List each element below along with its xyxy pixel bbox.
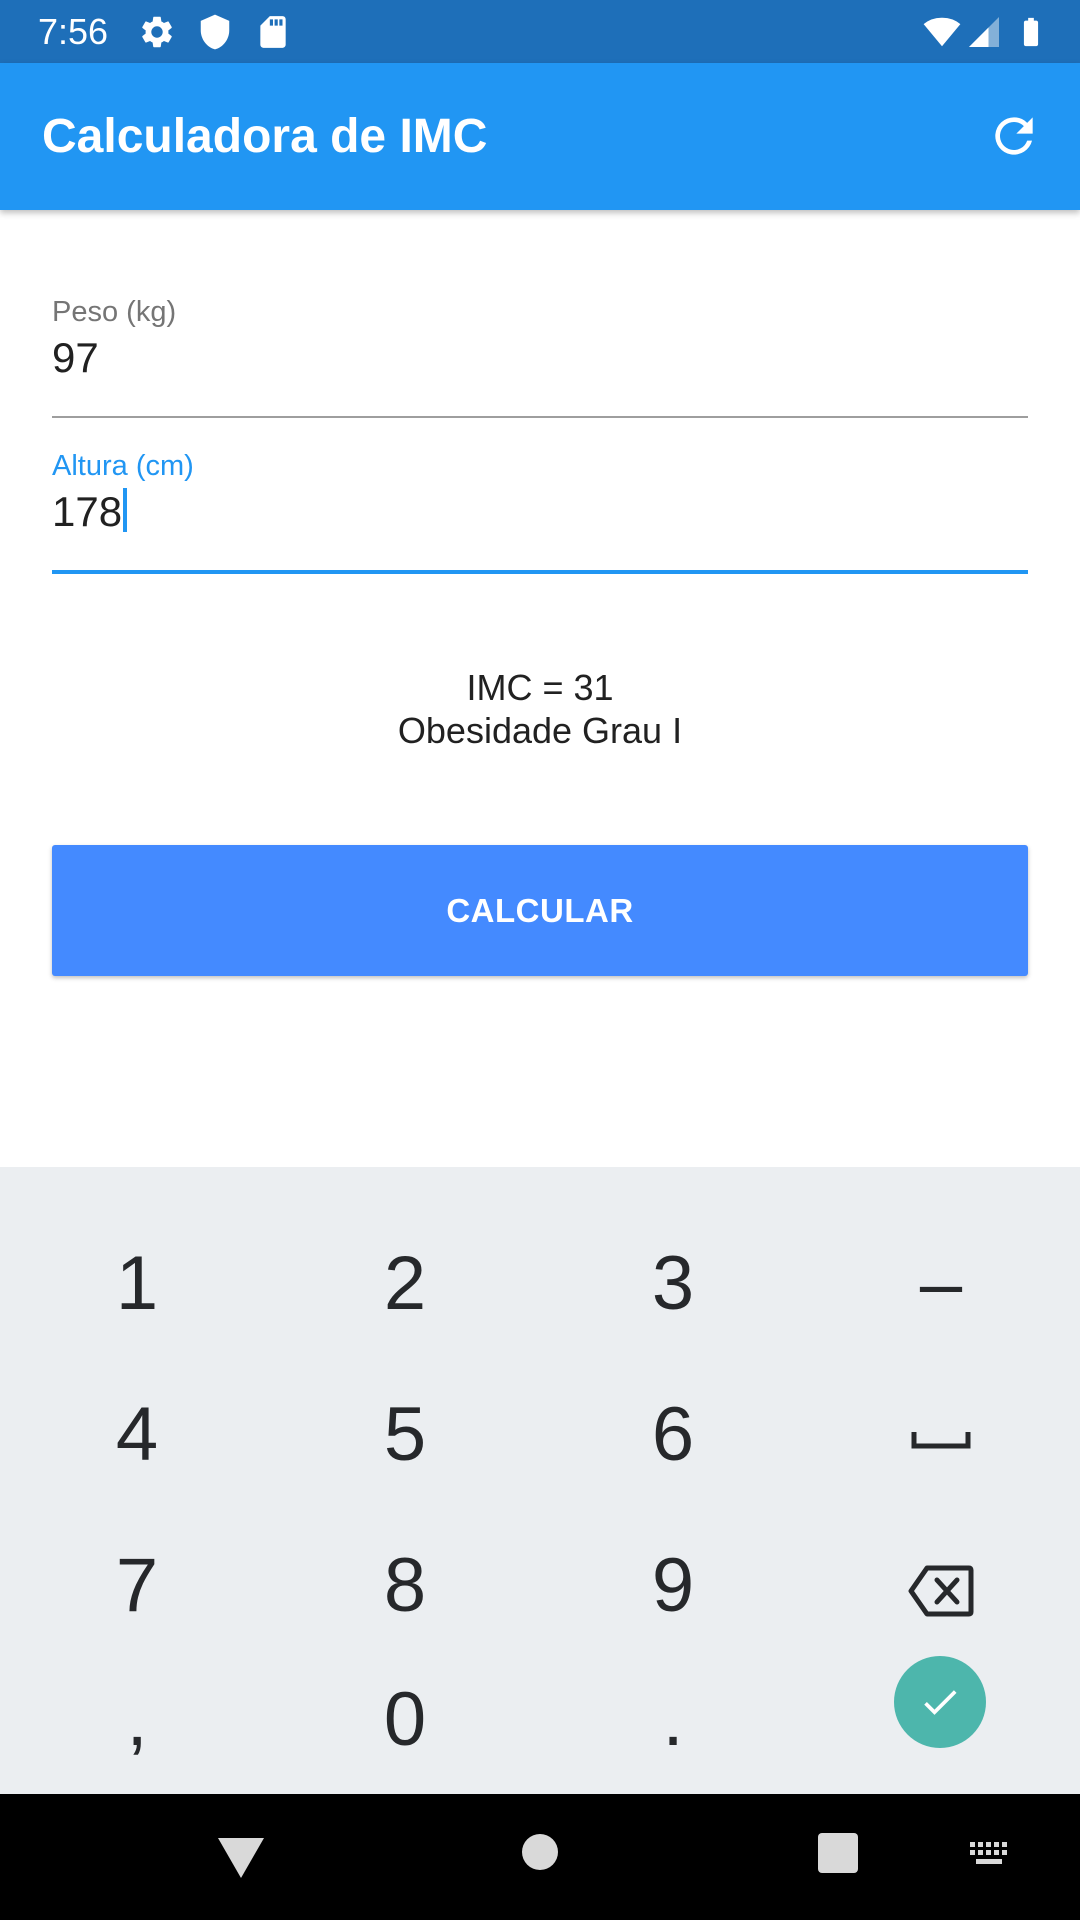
numeric-keyboard: 1 2 3 – 4 5 6 7 8 9 , 0 . (0, 1167, 1080, 1794)
height-underline (52, 570, 1028, 574)
key-2[interactable]: 2 (271, 1209, 539, 1359)
height-input[interactable]: 178 (52, 488, 128, 536)
key-comma[interactable]: , (3, 1645, 271, 1795)
key-9[interactable]: 9 (539, 1511, 807, 1661)
sd-card-icon (254, 13, 292, 51)
battery-icon (1014, 13, 1048, 51)
done-key[interactable] (894, 1656, 986, 1748)
key-0[interactable]: 0 (271, 1645, 539, 1795)
recents-icon[interactable] (817, 1832, 859, 1874)
text-cursor (123, 488, 128, 532)
weight-value: 97 (52, 334, 99, 381)
height-label: Altura (cm) (52, 450, 194, 482)
calculate-button[interactable]: CALCULAR (52, 845, 1028, 976)
key-period[interactable]: . (539, 1645, 807, 1795)
imc-result: IMC = 31 (466, 667, 614, 708)
keyboard-icon[interactable] (968, 1840, 1012, 1868)
app-bar: Calculadora de IMC (0, 63, 1080, 210)
app-title: Calculadora de IMC (42, 110, 488, 163)
height-value: 178 (52, 488, 123, 535)
key-6[interactable]: 6 (539, 1360, 807, 1510)
weight-underline (52, 416, 1028, 418)
shield-icon (196, 13, 234, 51)
weight-label: Peso (kg) (52, 296, 177, 328)
key-7[interactable]: 7 (3, 1511, 271, 1661)
status-bar: 7:56 (0, 0, 1080, 63)
back-icon[interactable] (216, 1834, 266, 1880)
home-icon[interactable] (521, 1833, 559, 1871)
settings-icon (138, 13, 176, 51)
weight-input[interactable]: 97 (52, 334, 99, 382)
key-minus[interactable]: – (807, 1209, 1075, 1359)
key-5[interactable]: 5 (271, 1360, 539, 1510)
height-field[interactable]: Altura (cm) 178 (52, 450, 1028, 576)
key-3[interactable]: 3 (539, 1209, 807, 1359)
key-1[interactable]: 1 (3, 1209, 271, 1359)
key-space[interactable] (807, 1360, 1075, 1510)
wifi-icon (920, 13, 964, 51)
done-check-icon (924, 1690, 957, 1715)
signal-icon (966, 13, 1002, 51)
weight-field[interactable]: Peso (kg) 97 (52, 296, 1028, 420)
key-8[interactable]: 8 (271, 1511, 539, 1661)
space-key-icon (911, 1431, 971, 1449)
status-time: 7:56 (38, 11, 109, 52)
key-4[interactable]: 4 (3, 1360, 271, 1510)
navigation-bar (0, 1794, 1080, 1920)
imc-category: Obesidade Grau I (397, 710, 683, 751)
refresh-icon[interactable] (986, 108, 1042, 164)
backspace-icon (908, 1565, 974, 1617)
key-backspace[interactable] (807, 1511, 1075, 1661)
